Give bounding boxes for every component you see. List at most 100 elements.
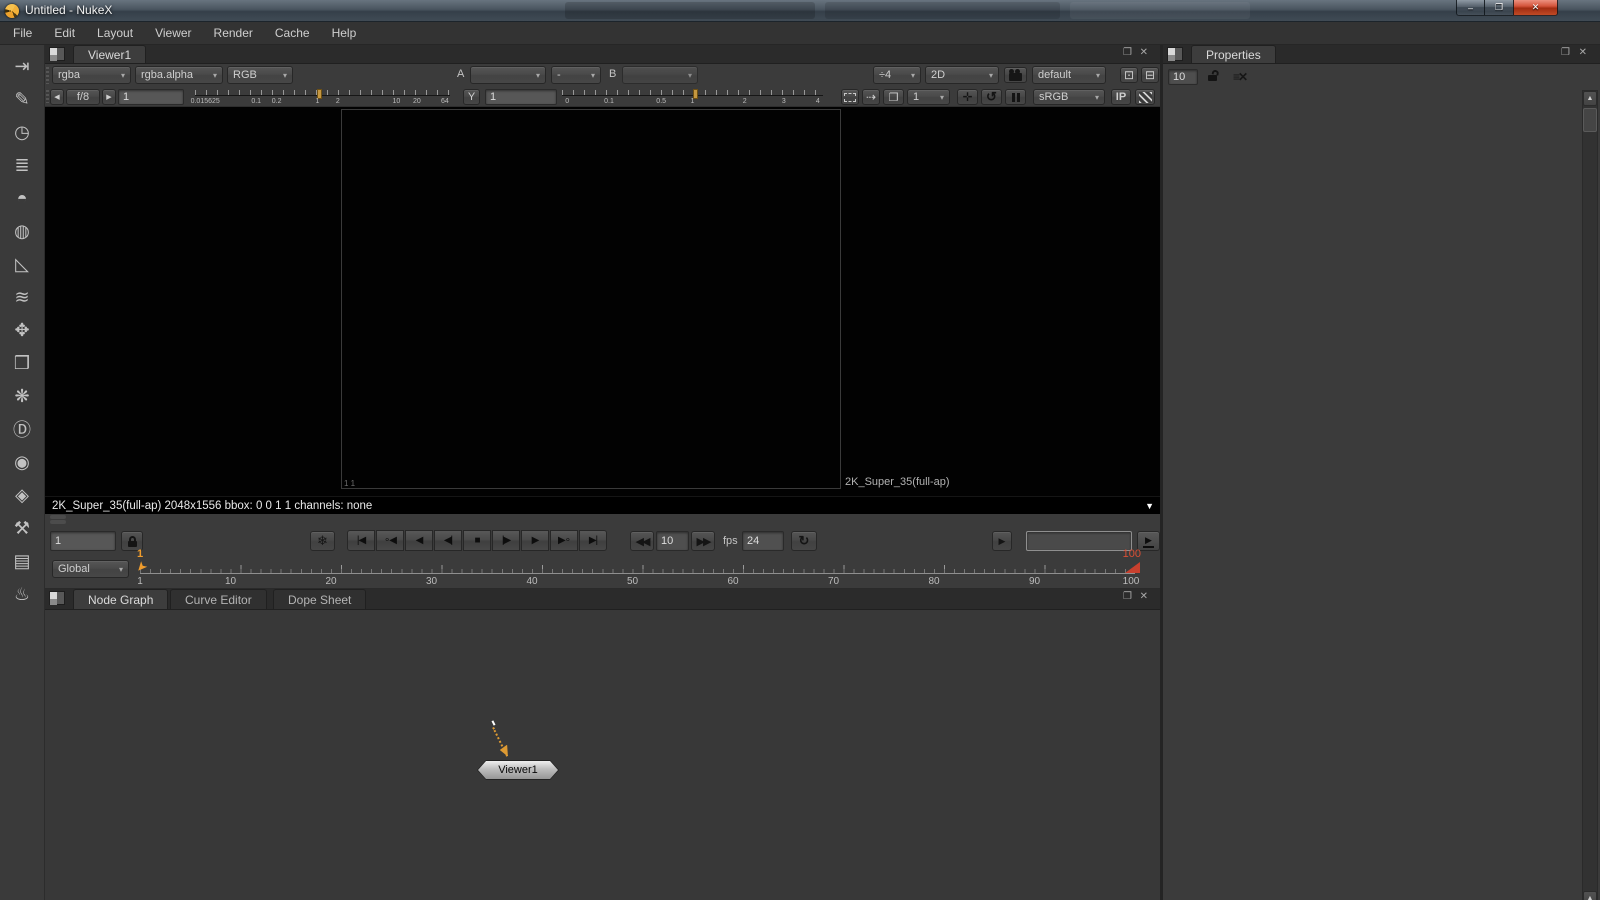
gain-slider-track[interactable]	[195, 90, 450, 96]
play-backward-button[interactable]: ◀	[405, 530, 433, 551]
keyer-icon[interactable]: ◺	[5, 250, 39, 278]
metadata-icon[interactable]: ◈	[5, 481, 39, 509]
display-channels-dropdown[interactable]: RGB▾	[227, 66, 293, 84]
input-process-button[interactable]: IP	[1111, 89, 1131, 105]
furnace-icon[interactable]: ♨	[5, 580, 39, 608]
channel-icon[interactable]: ≣	[5, 151, 39, 179]
frame-increment-input[interactable]: 10	[656, 531, 689, 551]
close-panel-icon[interactable]: ✕	[1579, 47, 1587, 58]
monitor-output-button[interactable]: ❐	[883, 89, 904, 105]
gain-next-button[interactable]: ▶	[102, 89, 116, 105]
current-frame-input[interactable]: 1	[50, 531, 116, 551]
draw-icon[interactable]: ✎	[5, 85, 39, 113]
toolbar-grip[interactable]	[46, 90, 49, 103]
fps-input[interactable]: 24	[742, 531, 784, 551]
next-keyframe-button[interactable]: ▶∘	[550, 530, 578, 551]
maximize-button[interactable]: ❐	[1485, 0, 1513, 16]
play-forward-button[interactable]: ▶	[521, 530, 549, 551]
tab-properties[interactable]: Properties	[1191, 45, 1276, 63]
close-panel-icon[interactable]: ✕	[1140, 591, 1148, 602]
flipbook-render-button[interactable]: ▶	[992, 531, 1012, 551]
b-buffer-dropdown[interactable]: ▾	[622, 66, 698, 84]
merge-icon[interactable]: ≋	[5, 283, 39, 311]
transform-icon[interactable]: ✥	[5, 316, 39, 344]
gain-prev-button[interactable]: ◀	[50, 89, 64, 105]
3d-icon[interactable]: ❒	[5, 349, 39, 377]
status-dropdown-icon[interactable]: ▼	[1145, 501, 1154, 511]
step-back-button[interactable]: ◀|	[434, 530, 462, 551]
toolsets-icon[interactable]: ⚒	[5, 514, 39, 542]
properties-scrollbar[interactable]: ▲ ▲ ▼	[1582, 90, 1598, 900]
minimize-button[interactable]: –	[1456, 0, 1485, 16]
scrollbar-thumb[interactable]	[1583, 108, 1597, 132]
viewer-canvas[interactable]: 1 1 2K_Super_35(full-ap)	[45, 107, 1160, 496]
max-panels-input[interactable]: 10	[1168, 69, 1198, 85]
menu-file[interactable]: File	[2, 23, 43, 43]
camera-select-dropdown[interactable]: default▾	[1032, 66, 1106, 84]
menu-viewer[interactable]: Viewer	[144, 23, 202, 43]
pause-cache-button[interactable]: ❄	[310, 531, 335, 551]
toolbar-grip[interactable]	[46, 67, 49, 84]
float-panel-icon[interactable]: ❐	[1561, 47, 1570, 58]
gamma-button[interactable]: Y	[463, 89, 480, 105]
menu-layout[interactable]: Layout	[86, 23, 144, 43]
stop-button[interactable]: ■	[463, 530, 491, 551]
viewer1-node[interactable]: Viewer1	[477, 760, 559, 780]
input-process-order-button[interactable]: ⇢	[862, 89, 880, 105]
unlock-icon[interactable]	[1208, 70, 1217, 81]
roi-button[interactable]: ✛	[957, 89, 978, 105]
filter-icon[interactable]: ◍	[5, 217, 39, 245]
menu-help[interactable]: Help	[321, 23, 368, 43]
tab-dope-sheet[interactable]: Dope Sheet	[273, 589, 366, 609]
a-buffer-dropdown[interactable]: ▾	[470, 66, 546, 84]
pause-button[interactable]	[1005, 89, 1026, 105]
image-icon[interactable]: ⇥	[5, 52, 39, 80]
loop-mode-button[interactable]: ↻	[791, 531, 817, 551]
camera-button[interactable]	[1004, 67, 1027, 83]
scroll-up-icon[interactable]: ▲	[1583, 891, 1597, 900]
checkerboard-button[interactable]	[1135, 89, 1155, 105]
scroll-up-icon[interactable]: ▲	[1583, 91, 1597, 106]
proxy-dropdown[interactable]: 1▾	[907, 89, 950, 105]
menu-cache[interactable]: Cache	[264, 23, 321, 43]
close-button[interactable]: ✕	[1513, 0, 1558, 16]
downrez-dropdown[interactable]: ÷4▾	[873, 66, 921, 84]
float-panel-icon[interactable]: ❐	[1123, 591, 1132, 602]
time-icon[interactable]: ◷	[5, 118, 39, 146]
timeline-ruler[interactable]: 1 ➤ 100 1 10 20 30 40 50 60 70 80 90 100	[140, 557, 1135, 589]
deep-icon[interactable]: Ⓓ	[5, 415, 39, 443]
marquee-select-button[interactable]	[841, 89, 859, 105]
float-panel-icon[interactable]: ❐	[1123, 47, 1132, 58]
ab-blend-dropdown[interactable]: -▾	[551, 66, 601, 84]
layout-rows-button[interactable]: ⊟	[1141, 67, 1159, 83]
menu-edit[interactable]: Edit	[43, 23, 86, 43]
refresh-button[interactable]: ↺	[981, 89, 1002, 105]
gain-input[interactable]: 1	[118, 89, 184, 105]
viewer-process-dropdown[interactable]: sRGB▾	[1033, 89, 1105, 105]
panel-selector-icon[interactable]	[1167, 47, 1183, 61]
fstop-button[interactable]: f/8	[66, 89, 100, 105]
views-icon[interactable]: ◉	[5, 448, 39, 476]
tab-node-graph[interactable]: Node Graph	[73, 589, 168, 609]
guides-button[interactable]: ⊡	[1120, 67, 1138, 83]
gamma-slider[interactable]: 0 0.1 0.5 1 2 3 4	[562, 88, 823, 106]
panel-selector-icon[interactable]	[49, 591, 65, 605]
view-mode-dropdown[interactable]: 2D▾	[925, 66, 999, 84]
goto-end-button[interactable]: ▶|	[579, 530, 607, 551]
particles-icon[interactable]: ❋	[5, 382, 39, 410]
panel-splitter[interactable]	[45, 514, 1160, 525]
gamma-input[interactable]: 1	[485, 89, 557, 105]
frame-range-dropdown[interactable]: Global▾	[52, 560, 129, 578]
alpha-channel-dropdown[interactable]: rgba.alpha▾	[135, 66, 223, 84]
node-graph-canvas[interactable]: Viewer1	[45, 610, 1160, 900]
prev-keyframe-button[interactable]: ∘◀	[376, 530, 404, 551]
render-progress-input[interactable]	[1026, 531, 1132, 551]
color-icon[interactable]: ◓	[5, 184, 39, 212]
panel-selector-icon[interactable]	[49, 47, 65, 61]
tab-viewer1[interactable]: Viewer1	[73, 45, 146, 63]
step-forward-button[interactable]: |▶	[492, 530, 520, 551]
splitter-grip[interactable]	[50, 515, 66, 519]
menu-render[interactable]: Render	[203, 23, 264, 43]
tab-curve-editor[interactable]: Curve Editor	[170, 589, 267, 609]
gain-slider[interactable]: 0.015625 0.1 0.2 1 2 10 20 64	[195, 88, 450, 106]
